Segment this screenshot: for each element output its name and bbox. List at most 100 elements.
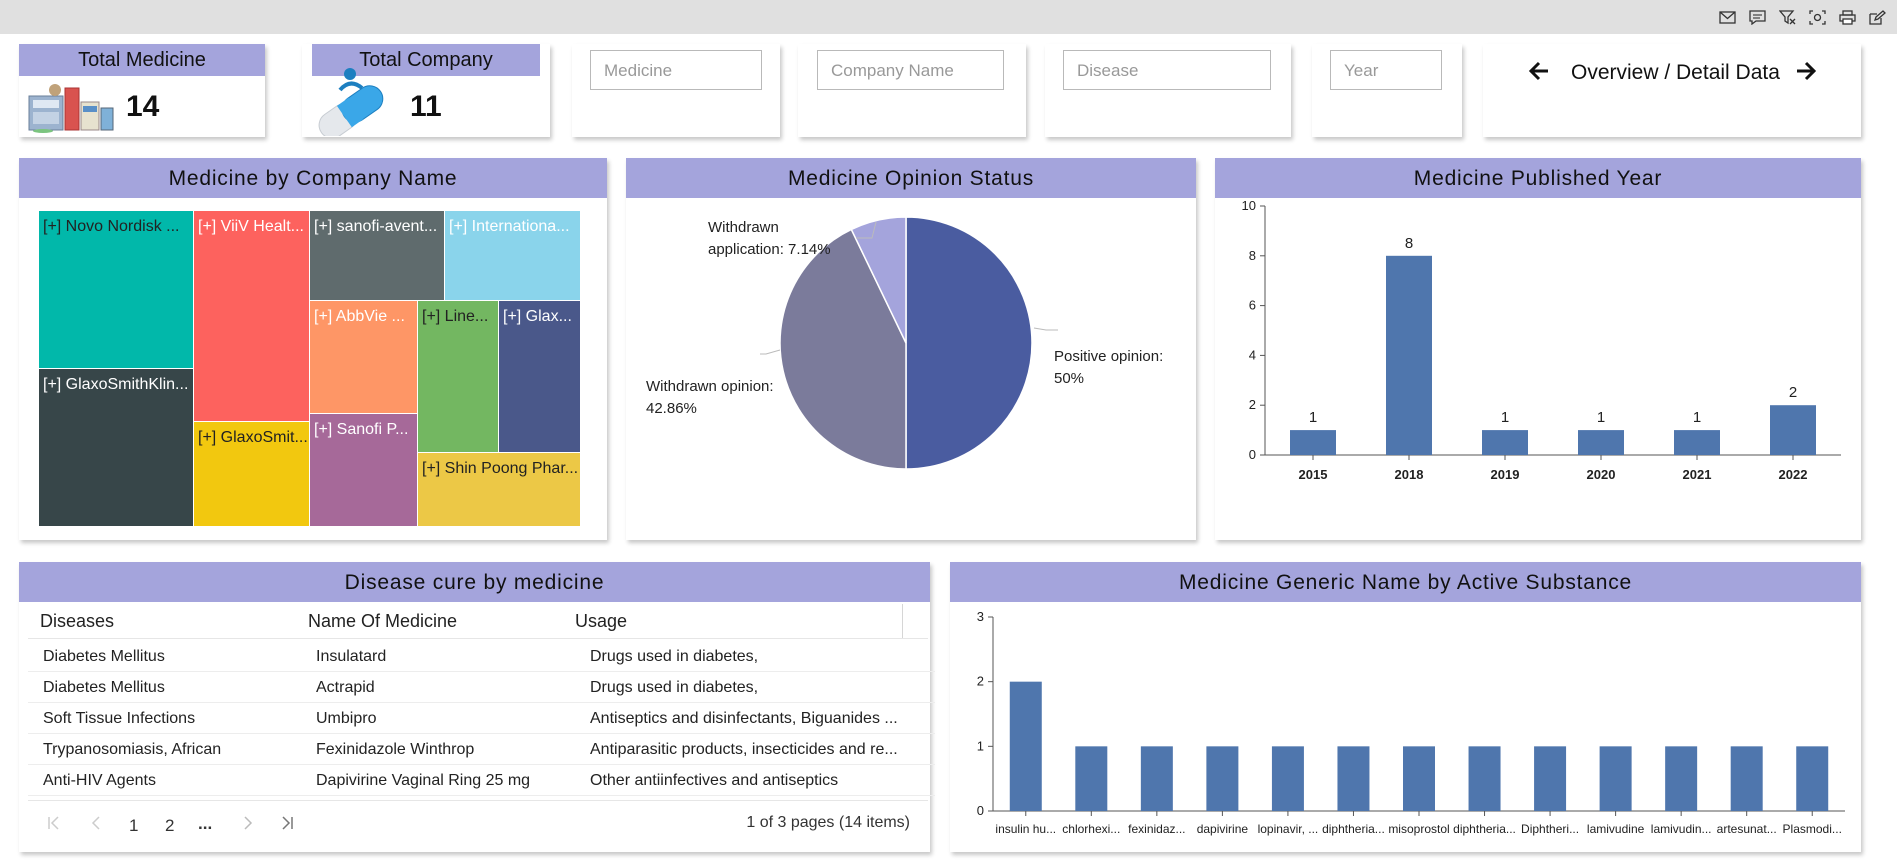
cell-usage: Antiseptics and disinfectants, Biguanide… [590,710,898,727]
table-row[interactable]: Diabetes Mellitus Insulatard Drugs used … [28,641,935,672]
comment-icon[interactable] [1747,8,1767,26]
x-tick-label: misoprostol [1388,822,1449,836]
y-tick-label: 10 [1242,198,1256,213]
bar-value-label: 1 [1693,409,1701,426]
y-tick-label: 3 [977,609,984,624]
x-tick-label: diphtheria... [1453,822,1516,836]
bar[interactable] [1578,430,1624,455]
previous-page-icon[interactable] [89,815,103,831]
company-filter-input[interactable]: Company Name [817,50,1004,90]
treemap-tile[interactable]: [+] Glax... [499,301,581,453]
pie-label-positive: Positive opinion: 50% [1054,346,1163,390]
year-filter-input[interactable]: Year [1330,50,1442,90]
page-1-button[interactable]: 1 [129,816,138,836]
table-header-medicine[interactable]: Name Of Medicine [308,611,457,632]
table-row[interactable]: Soft Tissue Infections Umbipro Antisepti… [28,703,935,734]
treemap-title: Medicine by Company Name [19,158,607,198]
table-row[interactable]: Trypanosomiasis, African Fexinidazole Wi… [28,734,935,765]
treemap-tile[interactable]: [+] Novo Nordisk ... [39,211,194,369]
bar[interactable] [1599,746,1632,811]
bar[interactable] [1386,255,1432,455]
treemap-tile[interactable]: [+] ViiV Healt... [194,211,310,422]
bar[interactable] [1796,746,1829,811]
total-company-value: 11 [410,90,442,123]
cell-medicine: Insulatard [316,648,387,665]
next-page-icon[interactable] [241,815,255,831]
pager-summary: 1 of 3 pages (14 items) [746,814,910,831]
bar-value-label: 1 [1501,409,1509,426]
x-tick-label: lamivudine [1587,822,1645,836]
table-row[interactable]: Anti-HIV Agents Dapivirine Vaginal Ring … [28,765,935,796]
total-medicine-card: Total Medicine 14 [19,44,265,137]
x-tick-label: lamivudin... [1651,822,1712,836]
treemap-tile[interactable]: [+] GlaxoSmit... [194,422,310,527]
pie-title: Medicine Opinion Status [626,158,1196,198]
print-icon[interactable] [1837,8,1857,26]
treemap-tile[interactable]: [+] GlaxoSmithKlin... [39,369,194,527]
substance-chart-title: Medicine Generic Name by Active Substanc… [950,562,1861,602]
table-header-diseases[interactable]: Diseases [40,611,114,632]
first-page-icon[interactable] [47,815,61,831]
treemap-tile[interactable]: [+] AbbVie ... [310,301,418,414]
medicine-filter-card: Medicine [572,44,780,137]
treemap-tile[interactable]: [+] Line... [418,301,499,453]
cell-usage: Antiparasitic products, insecticides and… [590,741,898,758]
bar[interactable] [1534,746,1567,811]
treemap-tile[interactable]: [+] sanofi-avent... [310,211,445,301]
pie-label-withdrawn-application: Withdrawn application: 7.14% [708,217,831,261]
treemap-tile[interactable]: [+] Internationa... [445,211,581,301]
treemap-tile[interactable]: [+] Shin Poong Phar... [418,453,581,527]
edit-icon[interactable] [1867,8,1887,26]
pie-panel: Medicine Opinion Status Positive opinion… [626,158,1196,540]
mail-icon[interactable] [1717,8,1737,26]
arrow-right-icon[interactable] [1795,61,1817,81]
x-tick-label: dapivirine [1197,822,1249,836]
arrow-left-icon[interactable] [1528,61,1550,81]
y-tick-label: 8 [1249,248,1256,263]
bar[interactable] [1770,405,1816,455]
bar[interactable] [1403,746,1435,811]
y-tick-label: 0 [1249,447,1256,462]
x-tick-label: 2015 [1299,467,1328,482]
pie-label-withdrawn-application-line2: application: 7.14% [708,241,831,258]
bar[interactable] [1271,746,1304,811]
cell-usage: Drugs used in diabetes, [590,648,759,665]
clear-filter-icon[interactable] [1777,8,1797,26]
medicine-boxes-icon [28,84,114,133]
disease-filter-input[interactable]: Disease [1063,50,1271,90]
table-header-usage[interactable]: Usage [575,611,627,632]
bar[interactable] [1468,746,1501,811]
medicine-filter-input[interactable]: Medicine [590,50,762,90]
disease-table-title: Disease cure by medicine [19,562,930,602]
substance-chart-panel: Medicine Generic Name by Active Substanc… [950,562,1861,852]
bar[interactable] [1290,430,1336,455]
treemap-tile[interactable]: [+] Sanofi P... [310,414,418,527]
pie-slice[interactable] [905,216,1033,470]
screenshot-icon[interactable] [1807,8,1827,26]
pie-label-positive-line1: Positive opinion: [1054,348,1164,365]
bar[interactable] [1482,430,1528,455]
table-header-divider [902,604,903,638]
year-filter-card: Year [1312,44,1462,137]
company-filter-card: Company Name [798,44,1026,137]
bar[interactable] [1206,746,1239,811]
pie-label-positive-line2: 50% [1054,370,1085,387]
page-ellipsis[interactable]: ... [198,814,212,834]
table-row[interactable]: Diabetes Mellitus Actrapid Drugs used in… [28,672,935,703]
bar[interactable] [1140,746,1173,811]
substance-bar-chart: 0 1 2 3 insulin hu... chlorhexi... fexinidaz..… [977,609,1845,836]
table-header-underline [28,638,928,639]
bar[interactable] [1337,746,1370,811]
bar[interactable] [1075,746,1108,811]
bar[interactable] [1009,681,1042,811]
bar[interactable] [1665,746,1698,811]
top-toolbar [0,0,1897,34]
disease-table-panel: Disease cure by medicine Diseases Name O… [19,562,935,852]
cell-medicine: Umbipro [316,710,377,727]
bar[interactable] [1674,430,1720,455]
last-page-icon[interactable] [280,815,294,831]
page-2-button[interactable]: 2 [165,816,174,836]
total-medicine-value: 14 [126,90,160,123]
bar[interactable] [1730,746,1763,811]
cell-medicine: Dapivirine Vaginal Ring 25 mg [316,772,531,789]
